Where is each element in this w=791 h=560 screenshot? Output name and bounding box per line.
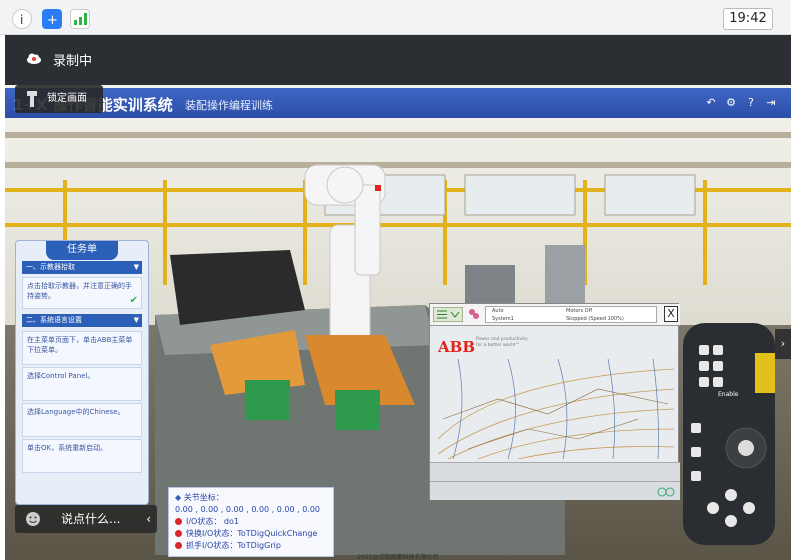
pendant-state: Stopped (Speed 100%) bbox=[566, 316, 624, 322]
quick-value: ToTDigQuickChange bbox=[237, 529, 318, 538]
chevron-down-icon: ▼ bbox=[133, 316, 139, 324]
io-status-panel: ◆ 关节坐标： 0.00 , 0.00 , 0.00 , 0.00 , 0.00… bbox=[168, 487, 334, 557]
browser-toolbar: i + 19:42 bbox=[0, 0, 791, 35]
back-icon[interactable]: ↶ bbox=[705, 96, 717, 109]
chat-input[interactable]: 说点什么... ‹ bbox=[15, 505, 157, 533]
task-step[interactable]: 单击OK，系统重新启动。 bbox=[22, 439, 142, 473]
recording-label: 录制中 bbox=[53, 54, 93, 69]
pendant-hardware: Enable bbox=[683, 323, 775, 545]
io-value: do1 bbox=[223, 517, 239, 526]
section-label: 一、示教器拾取 bbox=[26, 263, 75, 271]
status-dot-icon bbox=[175, 518, 182, 525]
status-dot-icon bbox=[175, 542, 182, 549]
pendant-mode: Auto bbox=[492, 308, 504, 314]
pendant-tagline: Power and productivity for a better worl… bbox=[476, 337, 528, 349]
signal-icon[interactable] bbox=[70, 9, 90, 29]
status-dot-icon bbox=[175, 530, 182, 537]
lock-view-button[interactable]: 锁定画面 bbox=[15, 85, 103, 113]
section-teach-pendant[interactable]: 一、示教器拾取 ▼ bbox=[22, 261, 142, 274]
chat-placeholder: 说点什么... bbox=[61, 512, 121, 526]
task-step-text: 选择Control Panel。 bbox=[27, 372, 95, 380]
cloud-icon bbox=[27, 53, 41, 64]
simulation-viewport[interactable]: 1+X 操作智能实训系统 装配操作编程训练 ↶ ⚙ ? ⇥ 锁定画面 任务单 一… bbox=[5, 85, 791, 560]
tagline-line-2: for a better world™ bbox=[476, 343, 520, 348]
app-window: 录制中 操作智能实训系统 装配操作编程训练 ↶ ⚙ ? ⇥ 锁定画面 任务单 一… bbox=[5, 35, 791, 560]
grip-label: 抓手I/O状态： bbox=[186, 541, 238, 550]
task-step-text: 选择Language中的Chinese。 bbox=[27, 408, 125, 416]
info-icon[interactable]: i bbox=[12, 9, 32, 29]
emoji-icon[interactable] bbox=[25, 511, 41, 527]
shield-icon[interactable]: + bbox=[42, 9, 62, 29]
task-step[interactable]: 在主菜单页面下，单击ABB主菜单下拉菜单。 bbox=[22, 331, 142, 365]
pendant-topbar: Auto System1 Motors Off Stopped (Speed 1… bbox=[430, 304, 680, 326]
help-icon[interactable]: ? bbox=[745, 96, 757, 109]
task-step[interactable]: 点击拾取示教器，并注意正确的手持姿势。 ✔ bbox=[22, 277, 142, 309]
chevron-left-icon[interactable]: ‹ bbox=[146, 505, 151, 533]
chevron-down-icon: ▼ bbox=[133, 263, 139, 271]
joint-values: 0.00 , 0.00 , 0.00 , 0.00 , 0.00 , 0.00 bbox=[175, 505, 321, 514]
copyright: 2022@沈阳图素科技有限公司 bbox=[357, 554, 439, 560]
task-step-text: 单击OK，系统重新启动。 bbox=[27, 444, 108, 452]
abb-menu-icon[interactable] bbox=[433, 307, 463, 322]
recording-bar: 录制中 bbox=[5, 35, 791, 85]
globe-wireframe-image bbox=[438, 359, 674, 459]
settings-icon[interactable]: ⚙ bbox=[725, 96, 737, 109]
teach-pendant-screen[interactable]: Auto System1 Motors Off Stopped (Speed 1… bbox=[429, 303, 680, 500]
pin-icon bbox=[27, 91, 37, 107]
collapse-arrow-icon[interactable]: › bbox=[775, 329, 791, 359]
pendant-buttons bbox=[691, 345, 775, 527]
close-button[interactable]: X bbox=[664, 306, 678, 322]
io-label: I/O状态： bbox=[186, 517, 222, 526]
exit-icon[interactable]: ⇥ bbox=[765, 96, 777, 109]
task-step-text: 在主菜单页面下，单击ABB主菜单下拉菜单。 bbox=[27, 336, 133, 354]
task-step[interactable]: 选择Control Panel。 bbox=[22, 367, 142, 401]
svg-text:i: i bbox=[20, 13, 23, 27]
abb-logo: ABB bbox=[438, 338, 475, 356]
task-panel: 任务单 一、示教器拾取 ▼ 点击拾取示教器，并注意正确的手持姿势。 ✔ 二、系统… bbox=[15, 240, 149, 505]
pendant-footer bbox=[430, 462, 680, 500]
lock-view-label: 锁定画面 bbox=[47, 93, 87, 104]
app-subtitle: 装配操作编程训练 bbox=[185, 99, 273, 112]
task-panel-title: 任务单 bbox=[46, 241, 118, 260]
operator-icon[interactable] bbox=[467, 307, 481, 322]
title-actions: ↶ ⚙ ? ⇥ bbox=[705, 96, 777, 109]
joint-label: 关节坐标： bbox=[183, 493, 224, 502]
quickset-icon[interactable] bbox=[656, 485, 676, 499]
joint-icon: ◆ bbox=[175, 493, 184, 502]
quick-label: 快换I/O状态： bbox=[186, 529, 238, 538]
pendant-motors: Motors Off bbox=[566, 308, 593, 314]
task-step-text: 点击拾取示教器，并注意正确的手持姿势。 bbox=[27, 282, 132, 300]
enable-label: Enable bbox=[718, 391, 739, 398]
svg-text:+: + bbox=[47, 13, 58, 28]
app-title-bar: 1+X 操作智能实训系统 装配操作编程训练 ↶ ⚙ ? ⇥ bbox=[5, 88, 791, 118]
grip-value: ToTDigGrip bbox=[237, 541, 281, 550]
check-icon: ✔ bbox=[129, 295, 138, 306]
section-label: 二、系统语言设置 bbox=[26, 316, 82, 324]
clock: 19:42 bbox=[723, 8, 773, 30]
pendant-status-box: Auto System1 Motors Off Stopped (Speed 1… bbox=[485, 306, 657, 323]
pendant-system: System1 bbox=[492, 316, 514, 322]
task-step[interactable]: 选择Language中的Chinese。 bbox=[22, 403, 142, 437]
section-language[interactable]: 二、系统语言设置 ▼ bbox=[22, 314, 142, 327]
